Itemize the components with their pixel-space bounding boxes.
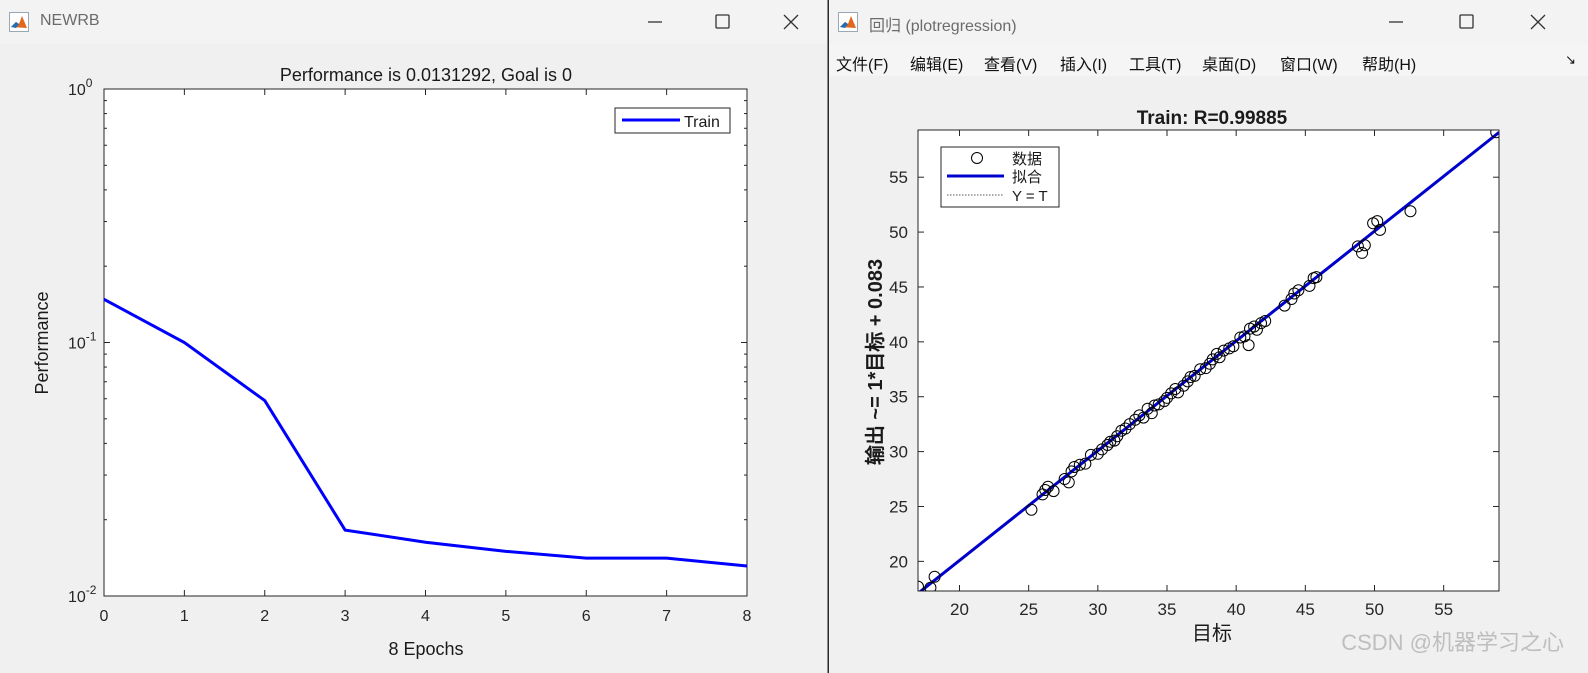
y-tick-label: 25 [889, 497, 908, 516]
legend-train-label: Train [684, 114, 720, 131]
x-tick-label: 2 [260, 608, 269, 625]
x-tick-label: 8 [743, 608, 752, 625]
chart-legend: 数据 拟合 Y = T [940, 146, 1060, 208]
y-tick-label: 35 [889, 388, 908, 407]
dock-arrow-icon[interactable]: ↘ [1565, 52, 1576, 68]
maximize-icon[interactable] [707, 9, 737, 35]
y-tick-label: 30 [889, 443, 908, 462]
menu-file[interactable]: 文件(F) [836, 51, 888, 75]
x-axis-label: 8 Epochs [388, 639, 463, 659]
menu-bar: 文件(F) 编辑(E) 查看(V) 插入(I) 工具(T) 桌面(D) 窗口(W… [829, 44, 1588, 76]
x-tick-label: 5 [501, 608, 510, 625]
y-tick-label: 10-1 [68, 330, 97, 353]
x-tick-label: 6 [582, 608, 591, 625]
menu-desktop[interactable]: 桌面(D) [1202, 51, 1256, 75]
y-tick-label: 40 [889, 333, 908, 352]
y-tick-label: 10-2 [68, 583, 97, 606]
x-tick-label: 25 [1019, 600, 1038, 619]
x-tick-label: 7 [662, 608, 671, 625]
watermark: CSDN @机器学习之心 [1341, 630, 1564, 655]
newrb-window: NEWRB Performance is 0.0131292, Goal is … [0, 0, 828, 673]
window-title: 回归 (plotregression) [869, 18, 1017, 35]
y-axis-label: Performance [32, 291, 52, 394]
regression-chart: Train: R=0.99885 20 25 30 35 40 45 50 55 20 25 30 3… [863, 108, 1500, 645]
matlab-logo-icon [9, 12, 29, 32]
y-tick-label: 50 [889, 223, 908, 242]
legend-identity-label: Y = T [1012, 188, 1048, 205]
y-tick-label: 55 [889, 168, 908, 187]
y-tick-label: 20 [889, 552, 908, 571]
axes-box [103, 88, 748, 597]
menu-window[interactable]: 窗口(W) [1280, 51, 1338, 75]
menu-view[interactable]: 查看(V) [984, 51, 1037, 75]
plotregression-titlebar[interactable]: 回归 (plotregression) [829, 0, 1588, 44]
x-tick-label: 20 [950, 600, 969, 619]
chart-title: Performance is 0.0131292, Goal is 0 [280, 65, 572, 85]
x-tick-label: 40 [1227, 600, 1246, 619]
menu-help[interactable]: 帮助(H) [1362, 51, 1416, 75]
x-tick-label: 45 [1296, 600, 1315, 619]
performance-chart: Performance is 0.0131292, Goal is 0 0 1 2 3… [32, 65, 752, 659]
x-tick-label: 4 [421, 608, 430, 625]
y-tick-label: 100 [68, 76, 93, 99]
menu-edit[interactable]: 编辑(E) [910, 51, 963, 75]
menu-insert[interactable]: 插入(I) [1060, 51, 1107, 75]
x-tick-label: 3 [341, 608, 350, 625]
close-icon[interactable] [1523, 9, 1553, 35]
legend-fit-label: 拟合 [1012, 169, 1042, 186]
window-title: NEWRB [40, 12, 100, 29]
maximize-icon[interactable] [1451, 9, 1481, 35]
menu-tools[interactable]: 工具(T) [1129, 51, 1181, 75]
close-icon[interactable] [776, 9, 806, 35]
minimize-icon[interactable] [1381, 9, 1411, 35]
newrb-titlebar[interactable]: NEWRB [0, 0, 827, 44]
chart-legend: Train [614, 107, 731, 134]
x-tick-label: 1 [180, 608, 189, 625]
matlab-logo-icon [838, 12, 858, 32]
y-tick-label: 45 [889, 278, 908, 297]
plotregression-window: 回归 (plotregression) 文件(F) 编辑(E) 查看(V) 插入… [829, 0, 1588, 673]
y-axis-label: 输出 ~= 1*目标 + 0.083 [863, 259, 887, 465]
x-tick-label: 50 [1365, 600, 1384, 619]
x-axis-label: 目标 [1192, 622, 1232, 645]
x-tick-label: 55 [1434, 600, 1453, 619]
x-tick-label: 30 [1088, 600, 1107, 619]
chart-title: Train: R=0.99885 [1137, 108, 1288, 129]
legend-data-label: 数据 [1012, 151, 1042, 168]
x-tick-label: 0 [100, 608, 109, 625]
minimize-icon[interactable] [640, 9, 670, 35]
x-tick-label: 35 [1158, 600, 1177, 619]
